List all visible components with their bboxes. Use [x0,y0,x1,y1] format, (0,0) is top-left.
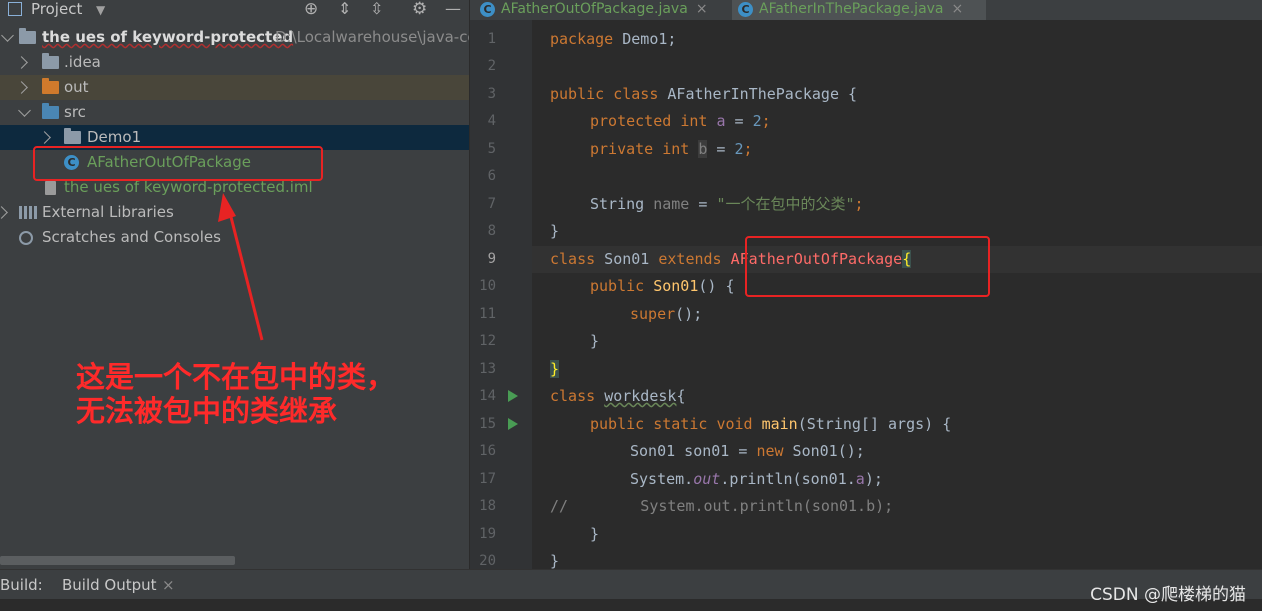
line-number: 17 [479,471,496,487]
code-line-14: class workdesk{ [550,387,686,405]
code-line-12: } [590,332,600,350]
chevron-right-icon[interactable] [38,131,51,144]
project-panel: Project ▼ ⊕ ⇕ ⇳ ⚙ — the ues of keyword-p… [0,0,469,569]
tab-afatherinthepackage[interactable]: C AFatherInThePackage.java × [732,0,986,20]
line-number: 5 [487,141,496,157]
scratches-icon [19,231,33,245]
locate-icon[interactable]: ⊕ [304,0,318,20]
line-number: 19 [479,526,496,542]
tab-label: AFatherOutOfPackage.java [501,1,688,17]
build-tool-window-bar: Build: Build Output × [0,569,1262,600]
line-number: 1 [487,31,496,47]
project-root-label: the ues of keyword-protected [42,28,294,46]
source-folder-icon [42,103,59,119]
code-line-5: private int b = 2; [590,140,753,158]
run-icon[interactable] [508,418,518,430]
tree-item-label: src [64,103,86,121]
editor-gutter: 1 2 3 4 5 6 7 8 9 10 11 12 13 14 15 16 1… [470,20,574,569]
tree-item-project-root[interactable]: the ues of keyword-protected D:\Localwar… [0,25,469,50]
tree-item-external-libraries[interactable]: External Libraries [0,200,469,225]
chevron-right-icon[interactable] [15,81,28,94]
chevron-right-icon[interactable] [15,56,28,69]
build-label: Build: [0,576,43,594]
tree-item-label: out [64,78,89,96]
tab-build-output[interactable]: Build Output [62,576,157,594]
line-number: 9 [487,251,496,267]
annotation-box-class [33,146,323,181]
project-folder-icon [19,28,36,44]
line-number: 15 [479,416,496,432]
line-number: 4 [487,113,496,129]
project-root-path: D:\Localwarehouse\java-co [275,28,469,46]
build-output-area [0,599,1262,611]
chevron-down-icon[interactable] [18,104,31,117]
watermark: CSDN @爬楼梯的猫 [1090,585,1246,605]
line-number: 14 [479,388,496,404]
tree-item-label: Scratches and Consoles [42,228,221,246]
close-icon[interactable]: × [952,1,964,17]
excluded-folder-icon [42,78,59,94]
line-number: 10 [479,278,496,294]
expand-all-icon[interactable]: ⇕ [338,0,351,20]
collapse-all-icon[interactable]: ⇳ [370,0,383,20]
line-number: 3 [487,86,496,102]
tab-afatheroutofpackage[interactable]: C AFatherOutOfPackage.java × [480,0,708,20]
line-number: 13 [479,361,496,377]
class-icon: C [480,1,495,17]
tree-item-scratches[interactable]: Scratches and Consoles [0,225,469,250]
horizontal-scrollbar[interactable] [0,556,235,565]
tree-item-src[interactable]: src [0,100,469,125]
line-number: 2 [487,58,496,74]
tab-label: AFatherInThePackage.java [759,1,944,17]
code-line-19: } [590,525,600,543]
code-line-18: // System.out.println(son01.b); [550,497,894,515]
chevron-down-icon[interactable]: ▼ [96,1,105,21]
code-line-4: protected int a = 2; [590,112,771,130]
editor-tabs: C AFatherOutOfPackage.java × C AFatherInThe… [470,0,1262,20]
tree-item-out[interactable]: out [0,75,469,100]
annotation-box-extends [745,236,990,297]
code-line-13: } [550,360,560,378]
code-line-1: package Demo1; [550,30,677,48]
line-number: 6 [487,168,496,184]
class-icon: C [738,1,753,17]
project-view-icon [8,2,22,16]
annotation-note: 这是一个不在包中的类， 无法被包中的类继承 [76,360,396,428]
close-icon[interactable]: × [162,576,175,594]
library-icon [19,206,37,219]
line-number: 7 [487,196,496,212]
tree-item-label: External Libraries [42,203,174,221]
module-file-icon [45,181,56,195]
line-number: 18 [479,498,496,514]
line-number: 16 [479,443,496,459]
close-icon[interactable]: × [696,1,708,17]
hide-panel-icon[interactable]: — [445,0,461,20]
line-number: 8 [487,223,496,239]
tree-item-label: .idea [64,53,101,71]
chevron-right-icon[interactable] [0,206,8,219]
project-panel-title[interactable]: Project [31,0,82,20]
gear-icon[interactable]: ⚙ [412,0,427,20]
tree-item-idea[interactable]: .idea [0,50,469,75]
folder-icon [42,53,59,69]
line-number: 11 [479,306,496,322]
code-line-3: public class AFatherInThePackage { [550,85,858,103]
code-line-7: String name = "一个在包中的父类"; [590,195,864,213]
code-line-11: super(); [630,305,703,323]
line-number: 12 [479,333,496,349]
project-panel-header: Project ▼ ⊕ ⇕ ⇳ ⚙ — [0,0,469,20]
code-line-16: Son01 son01 = new Son01(); [630,442,865,460]
package-icon [64,128,81,144]
chevron-down-icon[interactable] [1,29,14,42]
code-line-17: System.out.println(son01.a); [630,470,883,488]
run-icon[interactable] [508,390,518,402]
code-line-15: public static void main(String[] args) { [590,415,952,433]
